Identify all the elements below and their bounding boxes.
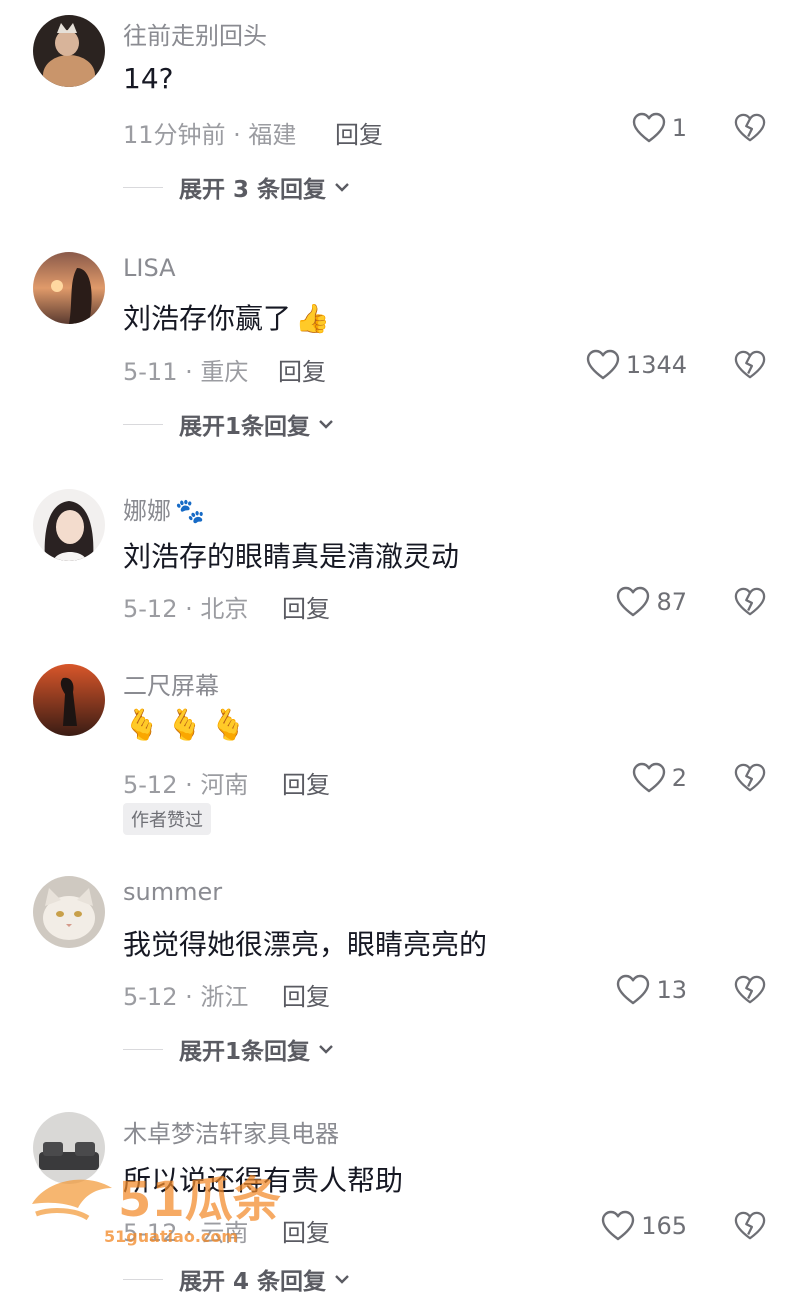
dislike-icon[interactable] (734, 112, 766, 144)
thumbs-up-emoji: 👍 (295, 302, 330, 335)
comment-meta: 11分钟前 · 福建 (123, 121, 297, 149)
like-count: 2 (671, 764, 687, 792)
expand-replies-button[interactable]: 展开1条回复 (123, 407, 334, 441)
username-text: 娜娜 (123, 497, 171, 525)
reply-button[interactable]: 回复 (282, 765, 330, 800)
avatar[interactable] (33, 15, 105, 87)
comment-text-body: 刘浩存你赢了 (123, 302, 292, 335)
heart-icon (617, 974, 650, 1005)
like-button[interactable]: 13 (616, 974, 687, 1006)
dislike-icon[interactable] (734, 586, 766, 618)
reply-button[interactable]: 回复 (282, 1213, 330, 1248)
username[interactable]: 往前走别回头 (123, 16, 267, 51)
author-liked-badge: 作者赞过 (123, 803, 211, 835)
chevron-down-icon (335, 1275, 349, 1284)
reply-button[interactable]: 回复 (282, 589, 330, 624)
like-count: 13 (656, 976, 687, 1004)
avatar[interactable] (33, 664, 105, 736)
watermark-logo: 51瓜条 51guatiao.com (26, 1158, 286, 1248)
heart-icon (601, 1210, 635, 1241)
expand-replies-button[interactable]: 展开 3 条回复 (123, 170, 350, 204)
comment-meta: 5-12 · 河南 (123, 771, 249, 799)
like-count: 165 (641, 1212, 687, 1240)
divider (123, 423, 163, 425)
comment-text: 刘浩存的眼睛真是清澈灵动 (123, 540, 460, 573)
username[interactable]: 木卓梦洁轩家具电器 (123, 1114, 339, 1149)
comment-text: 刘浩存你赢了 👍 (123, 297, 330, 337)
like-button[interactable]: 1 (632, 112, 687, 144)
reply-button[interactable]: 回复 (335, 115, 383, 150)
comment-meta: 5-11 · 重庆 (123, 358, 249, 386)
username[interactable]: 娜娜 🐾 (123, 491, 205, 526)
divider (123, 1048, 163, 1050)
expand-replies-button[interactable]: 展开 4 条回复 (123, 1262, 350, 1296)
like-count: 87 (656, 588, 687, 616)
expand-replies-button[interactable]: 展开1条回复 (123, 1032, 334, 1066)
comment-meta: 5-12 · 北京 (123, 595, 249, 623)
reply-button[interactable]: 回复 (282, 977, 330, 1012)
paw-emoji: 🐾 (175, 497, 205, 525)
avatar[interactable] (33, 252, 105, 324)
dislike-icon[interactable] (734, 762, 766, 794)
watermark-brand: 51瓜条 (118, 1172, 281, 1228)
expand-replies-label: 展开1条回复 (179, 414, 311, 440)
like-count: 1 (671, 114, 687, 142)
dislike-icon[interactable] (734, 349, 766, 381)
comment-text: 我觉得她很漂亮，眼睛亮亮的 (123, 928, 488, 961)
comment-meta: 5-12 · 浙江 (123, 983, 249, 1011)
like-button[interactable]: 87 (616, 586, 687, 618)
username[interactable]: 二尺屏幕 (123, 666, 219, 701)
like-button[interactable]: 165 (601, 1210, 687, 1242)
heart-icon (617, 586, 650, 617)
username[interactable]: LISA (123, 254, 176, 282)
reply-button[interactable]: 回复 (278, 352, 326, 387)
comment-text: 14? (123, 62, 174, 95)
divider (123, 1278, 163, 1280)
username[interactable]: summer (123, 878, 222, 906)
dislike-icon[interactable] (734, 1210, 766, 1242)
chevron-down-icon (335, 183, 349, 192)
comment-text: 🫰🫰🫰 (123, 708, 254, 743)
expand-replies-label: 展开1条回复 (179, 1039, 311, 1065)
like-count: 1344 (625, 351, 687, 379)
expand-replies-label: 展开 4 条回复 (179, 1269, 327, 1295)
chevron-down-icon (319, 1045, 333, 1054)
expand-replies-label: 展开 3 条回复 (179, 177, 327, 203)
like-button[interactable]: 2 (632, 762, 687, 794)
heart-icon (586, 349, 620, 380)
avatar[interactable] (33, 489, 105, 561)
heart-icon (632, 762, 665, 793)
heart-icon (632, 112, 665, 143)
chevron-down-icon (319, 420, 333, 429)
watermark-url: 51guatiao.com (104, 1227, 238, 1246)
like-button[interactable]: 1344 (586, 349, 687, 381)
dislike-icon[interactable] (734, 974, 766, 1006)
divider (123, 186, 163, 188)
avatar[interactable] (33, 876, 105, 948)
